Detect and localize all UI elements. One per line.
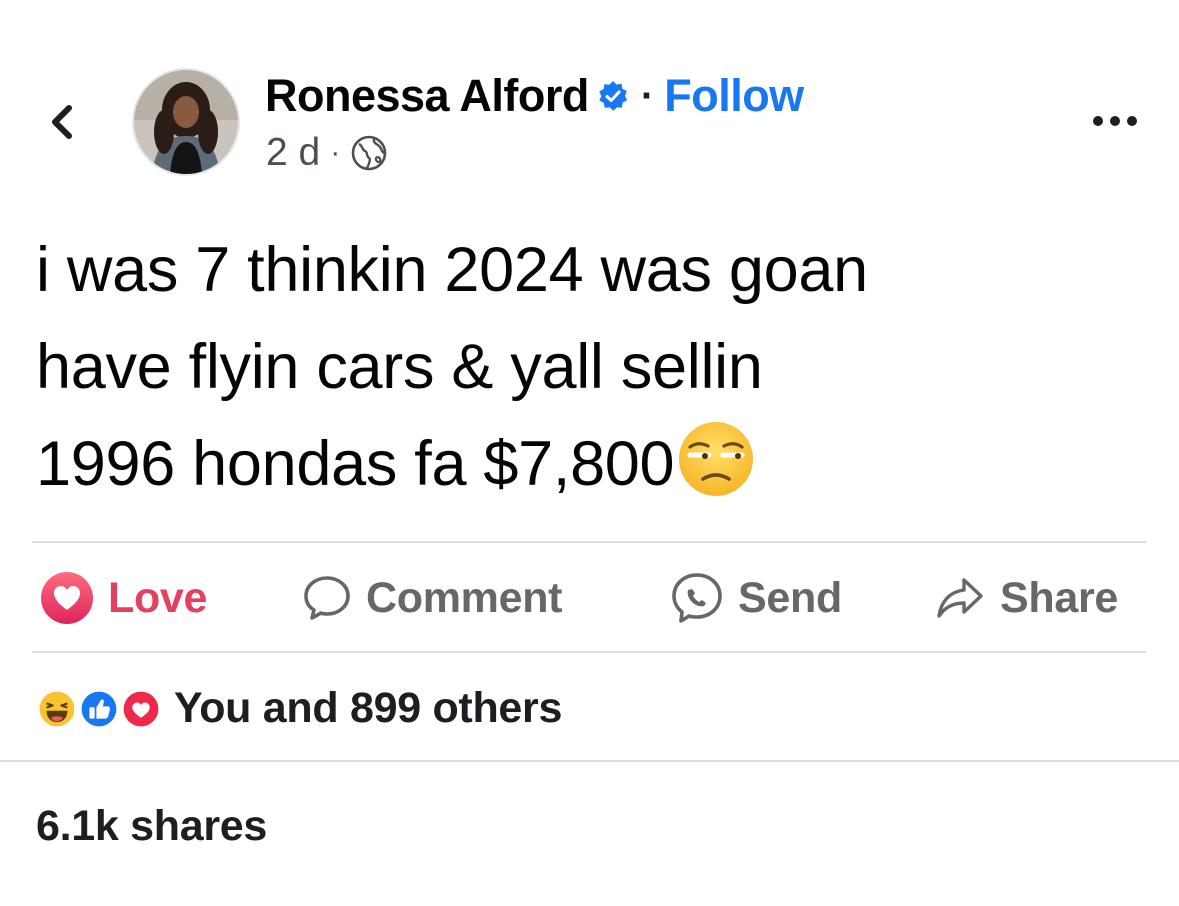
post-body-line: have flyin cars & yall sellin — [36, 332, 763, 402]
share-arrow-icon — [937, 578, 983, 618]
header-separator: · — [640, 73, 655, 118]
follow-button[interactable]: Follow — [664, 70, 804, 122]
back-button[interactable] — [40, 100, 84, 144]
post-meta: 2 d · — [266, 128, 388, 178]
divider-top — [32, 541, 1146, 543]
comment-label: Comment — [366, 573, 563, 622]
more-options-button[interactable] — [1089, 106, 1141, 136]
unamused-face-emoji-icon — [679, 422, 754, 496]
meta-separator: · — [330, 136, 341, 169]
verified-badge-icon — [599, 81, 627, 111]
comment-bubble-icon — [304, 576, 350, 620]
avatar-photo — [134, 70, 238, 174]
post-body-line: i was 7 thinkin 2024 was goan — [36, 235, 868, 305]
love-reaction-icon — [41, 572, 93, 624]
love-reaction-icon — [118, 686, 164, 732]
reaction-icons — [34, 683, 174, 733]
share-label: Share — [1000, 573, 1119, 622]
post-body: i was 7 thinkin 2024 was goan have flyin… — [36, 222, 1146, 513]
action-bar: Love Comment Send Share — [36, 566, 1144, 630]
author-name[interactable]: Ronessa Alford — [265, 70, 589, 122]
reactions-summary[interactable]: You and 899 others — [34, 678, 562, 738]
divider-bottom — [0, 760, 1179, 762]
divider-middle — [32, 651, 1146, 653]
shares-count[interactable]: 6.1k shares — [36, 796, 267, 856]
comment-button[interactable]: Comment — [302, 566, 562, 630]
post-body-line: 1996 hondas fa $7,800 — [36, 429, 675, 499]
more-dots-icon — [1093, 116, 1137, 126]
chevron-left-icon — [52, 105, 72, 139]
like-reaction-icon — [76, 686, 122, 732]
author-avatar[interactable] — [132, 68, 240, 176]
post-body-line-last: 1996 hondas fa $7,800 — [36, 416, 1146, 513]
love-label: Love — [108, 573, 208, 622]
share-button[interactable]: Share — [934, 566, 1118, 630]
haha-reaction-icon — [34, 686, 80, 732]
reaction-summary-text: You and 899 others — [174, 683, 563, 732]
send-label: Send — [738, 573, 842, 622]
globe-icon — [351, 135, 387, 171]
send-button[interactable]: Send — [670, 566, 842, 630]
post-header: Ronessa Alford · Follow — [265, 66, 804, 126]
post-timestamp[interactable]: 2 d — [266, 131, 320, 175]
love-button[interactable]: Love — [40, 566, 207, 630]
messenger-send-icon — [672, 573, 722, 623]
